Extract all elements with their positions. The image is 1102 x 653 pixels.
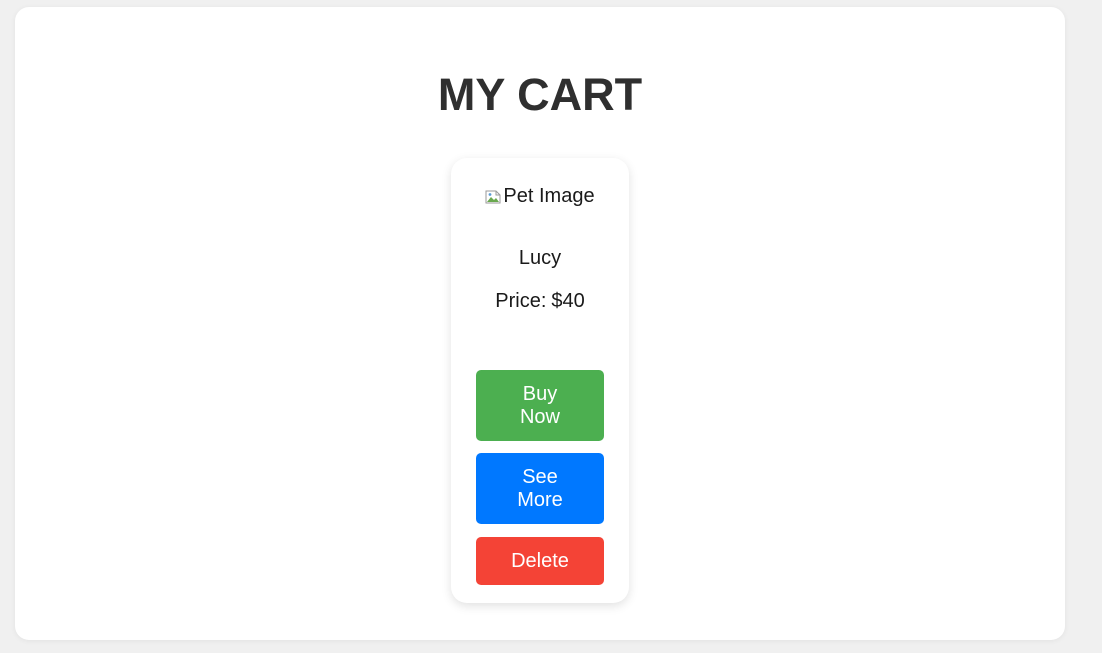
pet-image-alt-text: Pet Image (503, 185, 595, 207)
pet-price: Price: $40 (451, 289, 629, 313)
buy-now-button[interactable]: Buy Now (476, 370, 604, 441)
pet-image: Pet Image (451, 184, 629, 208)
page-title: MY CART (437, 69, 643, 120)
broken-image-icon (485, 190, 501, 204)
delete-button[interactable]: Delete (476, 537, 604, 585)
pet-name: Lucy (518, 247, 562, 269)
price-label: Price: (495, 290, 547, 312)
see-more-button[interactable]: See More (476, 453, 604, 524)
cart-item-card: Pet Image Lucy Price: $40 Buy Now See Mor… (451, 158, 629, 603)
price-value: $40 (551, 290, 585, 312)
main-container: MY CART Pet Image Lucy Price: $40 Buy Now… (15, 7, 1065, 640)
